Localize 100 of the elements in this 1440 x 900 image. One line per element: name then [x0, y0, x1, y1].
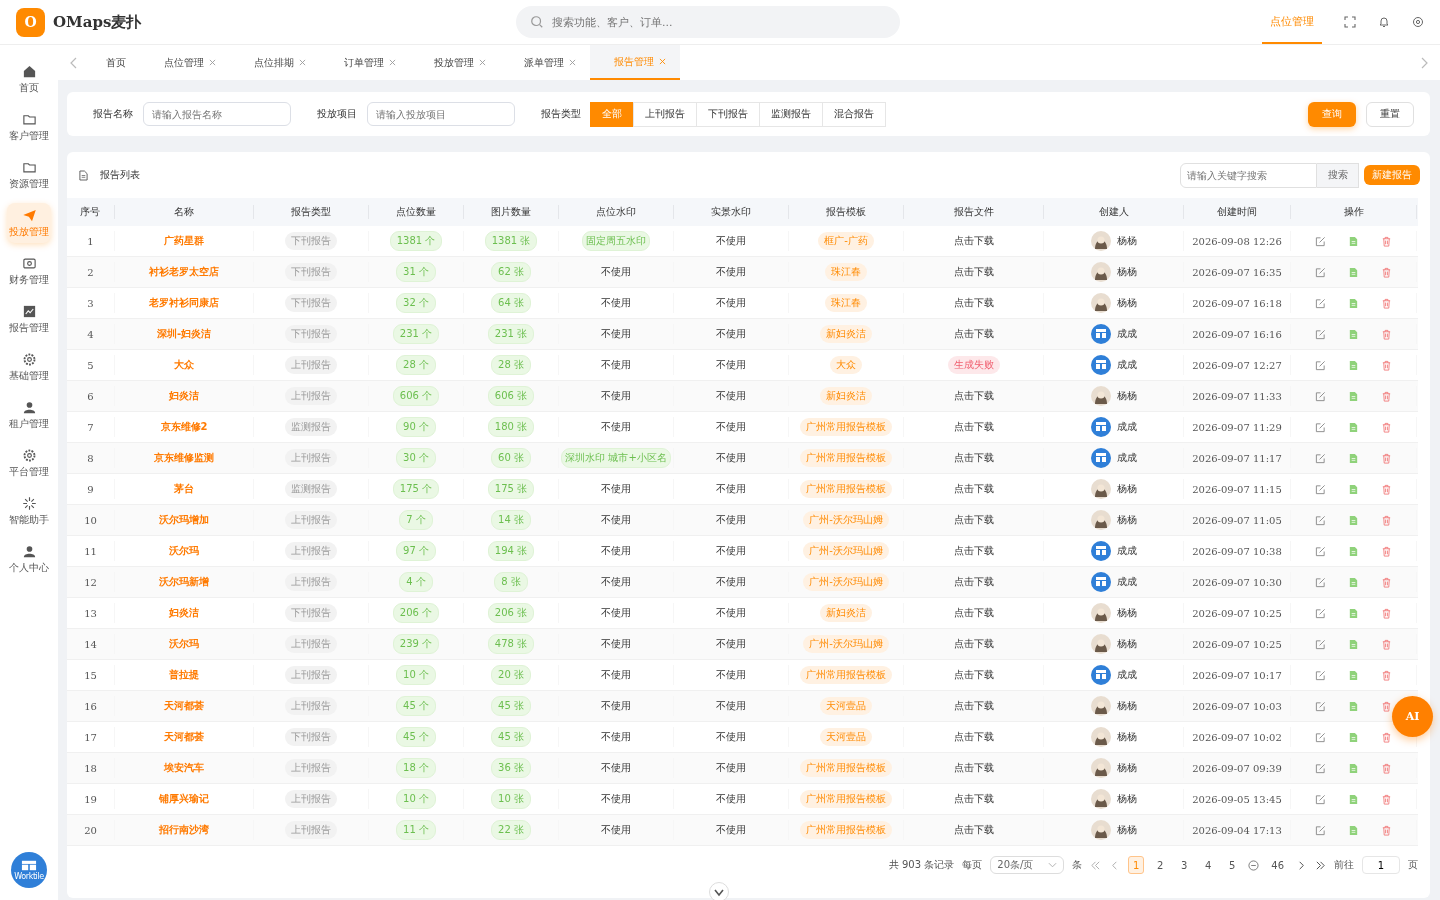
delete-icon[interactable]	[1381, 824, 1392, 836]
chevron-down-icon[interactable]	[709, 882, 729, 900]
page-size-select[interactable]: 20条/页	[990, 856, 1065, 874]
document-icon[interactable]	[1348, 328, 1359, 340]
close-icon[interactable]	[479, 59, 486, 66]
document-icon[interactable]	[1348, 235, 1359, 247]
report-type-option[interactable]: 混合报告	[822, 101, 886, 127]
delete-icon[interactable]	[1381, 266, 1392, 278]
sidebar-item[interactable]: 平台管理	[7, 443, 51, 483]
download-link[interactable]: 点击下载	[953, 761, 994, 775]
project-field[interactable]: 请输入投放项目	[367, 102, 515, 126]
sidebar-item[interactable]: 客户管理	[7, 107, 51, 147]
more-pages-icon[interactable]	[1248, 859, 1260, 871]
delete-icon[interactable]	[1381, 328, 1392, 340]
document-icon[interactable]	[1348, 421, 1359, 433]
edit-icon[interactable]	[1315, 762, 1326, 774]
download-link[interactable]: 点击下载	[953, 637, 994, 651]
edit-icon[interactable]	[1315, 483, 1326, 495]
edit-icon[interactable]	[1315, 297, 1326, 309]
sidebar-item[interactable]: 财务管理	[7, 251, 51, 291]
edit-icon[interactable]	[1315, 328, 1326, 340]
delete-icon[interactable]	[1381, 638, 1392, 650]
edit-icon[interactable]	[1315, 359, 1326, 371]
delete-icon[interactable]	[1381, 669, 1392, 681]
page-tab[interactable]: 点位排期	[230, 45, 320, 80]
page-number[interactable]: 2	[1152, 856, 1169, 874]
report-name-field[interactable]: 请输入报告名称	[143, 102, 291, 126]
last-page-icon[interactable]	[1315, 859, 1326, 871]
delete-icon[interactable]	[1381, 700, 1392, 712]
download-link[interactable]: 点击下载	[953, 699, 994, 713]
worktile-button[interactable]: Worktile	[11, 852, 47, 888]
chevron-right-icon[interactable]	[1420, 56, 1428, 69]
document-icon[interactable]	[1348, 607, 1359, 619]
document-icon[interactable]	[1348, 297, 1359, 309]
delete-icon[interactable]	[1381, 452, 1392, 464]
document-icon[interactable]	[1348, 793, 1359, 805]
delete-icon[interactable]	[1381, 731, 1392, 743]
report-type-option[interactable]: 上刊报告	[633, 101, 697, 127]
delete-icon[interactable]	[1381, 483, 1392, 495]
close-icon[interactable]	[389, 59, 396, 66]
sidebar-item[interactable]: 基础管理	[7, 347, 51, 387]
goto-page-field[interactable]: 1	[1362, 856, 1400, 874]
download-link[interactable]: 点击下载	[953, 513, 994, 527]
document-icon[interactable]	[1348, 731, 1359, 743]
edit-icon[interactable]	[1315, 576, 1326, 588]
download-link[interactable]: 点击下载	[953, 823, 994, 837]
document-icon[interactable]	[1348, 824, 1359, 836]
download-link[interactable]: 点击下载	[953, 389, 994, 403]
page-tab[interactable]: 订单管理	[320, 45, 410, 80]
close-icon[interactable]	[659, 58, 666, 65]
edit-icon[interactable]	[1315, 731, 1326, 743]
download-link[interactable]: 点击下载	[953, 265, 994, 279]
edit-icon[interactable]	[1315, 793, 1326, 805]
download-link[interactable]: 点击下载	[953, 544, 994, 558]
reset-button[interactable]: 重置	[1366, 101, 1414, 127]
document-icon[interactable]	[1348, 390, 1359, 402]
sidebar-item[interactable]: 首页	[7, 59, 51, 99]
document-icon[interactable]	[1348, 638, 1359, 650]
delete-icon[interactable]	[1381, 793, 1392, 805]
document-icon[interactable]	[1348, 514, 1359, 526]
settings-icon[interactable]	[1412, 16, 1424, 28]
sidebar-item[interactable]: 资源管理	[7, 155, 51, 195]
edit-icon[interactable]	[1315, 266, 1326, 278]
close-icon[interactable]	[299, 59, 306, 66]
download-link[interactable]: 点击下载	[953, 420, 994, 434]
page-tab[interactable]: 派单管理	[500, 45, 590, 80]
delete-icon[interactable]	[1381, 514, 1392, 526]
download-link[interactable]: 点击下载	[953, 296, 994, 310]
edit-icon[interactable]	[1315, 421, 1326, 433]
sidebar-item[interactable]: 个人中心	[7, 539, 51, 579]
document-icon[interactable]	[1348, 762, 1359, 774]
edit-icon[interactable]	[1315, 452, 1326, 464]
document-icon[interactable]	[1348, 266, 1359, 278]
edit-icon[interactable]	[1315, 669, 1326, 681]
document-icon[interactable]	[1348, 452, 1359, 464]
page-tab[interactable]: 投放管理	[410, 45, 500, 80]
report-type-option[interactable]: 监测报告	[759, 101, 823, 127]
document-icon[interactable]	[1348, 700, 1359, 712]
edit-icon[interactable]	[1315, 390, 1326, 402]
close-icon[interactable]	[569, 59, 576, 66]
delete-icon[interactable]	[1381, 421, 1392, 433]
download-link[interactable]: 点击下载	[953, 482, 994, 496]
report-type-option[interactable]: 下刊报告	[696, 101, 760, 127]
delete-icon[interactable]	[1381, 390, 1392, 402]
download-link[interactable]: 点击下载	[953, 575, 994, 589]
download-link[interactable]: 点击下载	[953, 606, 994, 620]
page-tab[interactable]: 首页	[82, 45, 140, 80]
edit-icon[interactable]	[1315, 514, 1326, 526]
page-number[interactable]: 3	[1176, 856, 1193, 874]
delete-icon[interactable]	[1381, 359, 1392, 371]
bell-icon[interactable]	[1378, 16, 1390, 28]
document-icon[interactable]	[1348, 545, 1359, 557]
delete-icon[interactable]	[1381, 607, 1392, 619]
document-icon[interactable]	[1348, 576, 1359, 588]
edit-icon[interactable]	[1315, 545, 1326, 557]
edit-icon[interactable]	[1315, 235, 1326, 247]
fullscreen-icon[interactable]	[1344, 16, 1356, 28]
delete-icon[interactable]	[1381, 576, 1392, 588]
page-number[interactable]: 46	[1267, 856, 1288, 874]
keyword-search-field[interactable]: 请输入关键字搜索	[1180, 162, 1317, 188]
